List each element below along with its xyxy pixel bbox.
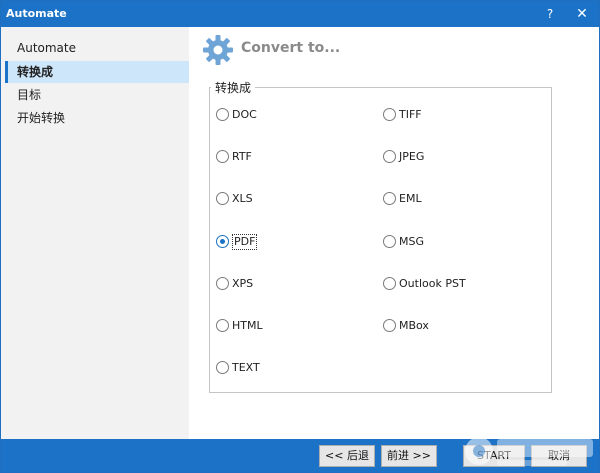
option-label: HTML [232,319,263,332]
sidebar: Automate 转换成 目标 开始转换 [1,27,189,439]
next-button[interactable]: 前进 >> [381,445,437,467]
close-button[interactable]: ✕ [569,4,595,24]
window-title: Automate [6,7,67,20]
radio-mbox[interactable] [383,319,396,332]
option-label: MBox [399,319,429,332]
content-panel: Convert to... 转换成 DOC TIFF RTF JPEG XLS … [189,27,599,439]
title-bar: Automate ? ✕ [1,1,599,27]
option-label: TEXT [232,361,260,374]
option-label: Outlook PST [399,277,466,290]
option-label: XPS [232,277,254,290]
radio-eml[interactable] [383,192,396,205]
radio-msg[interactable] [383,235,396,248]
option-label: RTF [232,150,252,163]
radio-outlook-pst[interactable] [383,277,396,290]
sidebar-item-target[interactable]: 目标 [5,84,189,106]
gear-icon [203,35,233,65]
radio-html[interactable] [216,319,229,332]
start-button[interactable]: START [463,445,525,467]
radio-tiff[interactable] [383,108,396,121]
option-label: JPEG [399,150,425,163]
sidebar-item-convert-to[interactable]: 转换成 [5,61,189,83]
option-label: MSG [399,235,424,248]
option-label: TIFF [399,108,422,121]
option-label: DOC [232,108,257,121]
format-group [209,87,552,393]
radio-xps[interactable] [216,277,229,290]
sidebar-item-automate[interactable]: Automate [5,37,189,59]
radio-text[interactable] [216,361,229,374]
radio-xls[interactable] [216,192,229,205]
automate-window: Automate ? ✕ Automate 转换成 目标 开始转换 Conver… [0,0,600,473]
radio-rtf[interactable] [216,150,229,163]
cancel-button[interactable]: 取消 [531,445,587,467]
back-button[interactable]: << 后退 [319,445,375,467]
radio-doc[interactable] [216,108,229,121]
radio-pdf[interactable] [216,235,229,248]
format-group-title: 转换成 [211,79,256,96]
radio-jpeg[interactable] [383,150,396,163]
sidebar-item-start-conversion[interactable]: 开始转换 [5,107,189,129]
option-label: PDF [232,234,258,250]
page-title: Convert to... [241,40,341,56]
option-label: EML [399,192,422,205]
option-label: XLS [232,192,253,205]
help-button[interactable]: ? [539,4,561,24]
